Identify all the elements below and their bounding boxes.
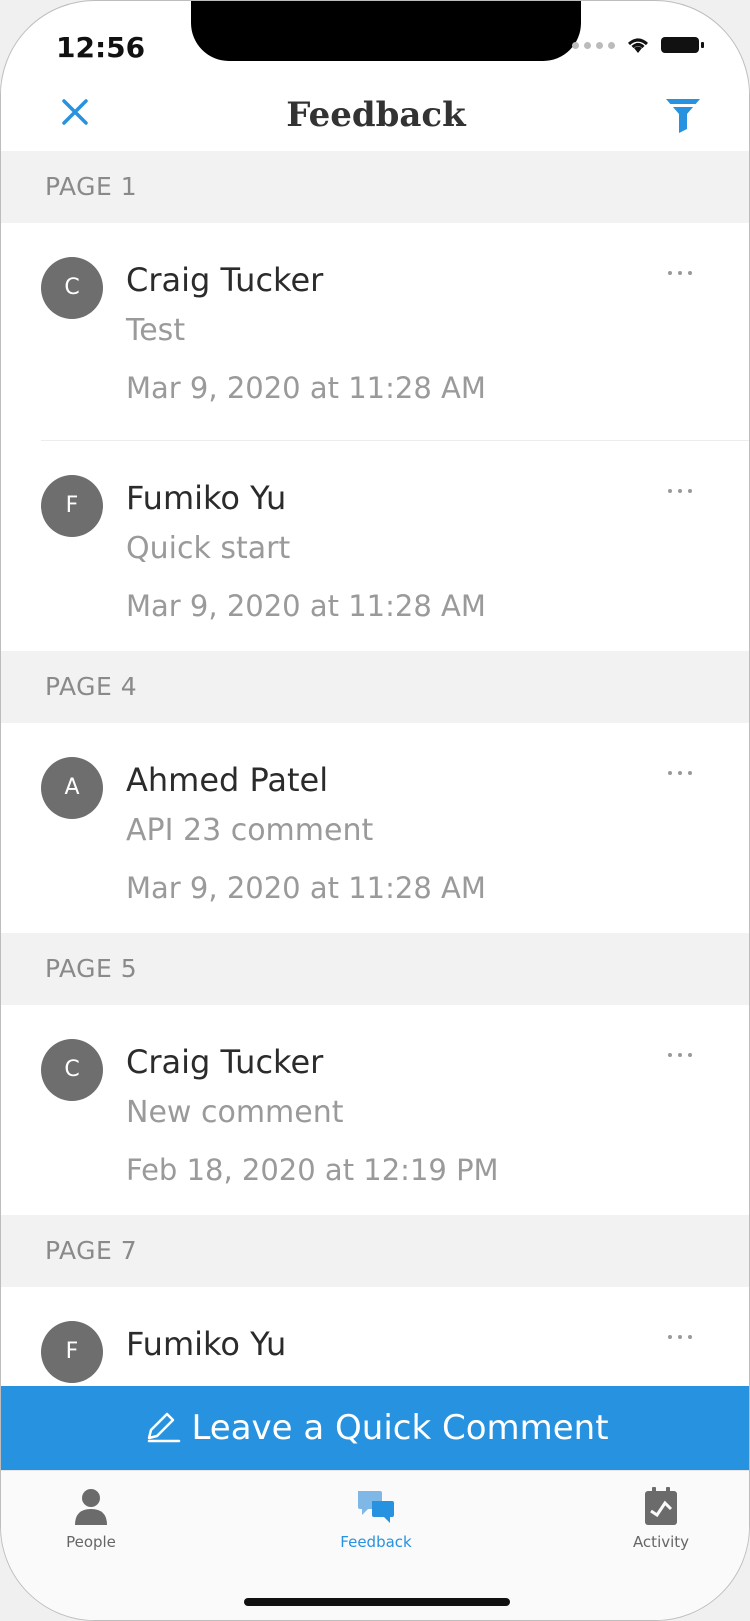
tab-activity[interactable]: Activity bbox=[591, 1485, 731, 1551]
avatar: F bbox=[41, 475, 103, 537]
tab-feedback[interactable]: Feedback bbox=[306, 1485, 446, 1551]
pencil-icon bbox=[148, 1412, 181, 1443]
comment-text: API 23 comment bbox=[126, 813, 374, 848]
signal-icon bbox=[572, 41, 615, 49]
activity-icon bbox=[645, 1487, 677, 1525]
nav-bar: Feedback bbox=[1, 81, 749, 151]
notch bbox=[191, 1, 581, 61]
author-name: Ahmed Patel bbox=[126, 761, 329, 799]
avatar: C bbox=[41, 257, 103, 319]
filter-icon[interactable] bbox=[663, 93, 703, 137]
author-name: Craig Tucker bbox=[126, 1043, 324, 1081]
section-header: PAGE 1 bbox=[1, 151, 749, 223]
page-title: Feedback bbox=[286, 95, 466, 135]
comment-text: New comment bbox=[126, 1095, 344, 1130]
status-time: 12:56 bbox=[56, 31, 146, 64]
tab-people[interactable]: People bbox=[21, 1485, 161, 1551]
more-options-icon[interactable] bbox=[664, 485, 696, 497]
status-icons bbox=[572, 35, 704, 55]
author-name: Fumiko Yu bbox=[126, 1325, 287, 1363]
leave-quick-comment-button[interactable]: Leave a Quick Comment bbox=[1, 1386, 749, 1470]
section-header: PAGE 5 bbox=[1, 933, 749, 1005]
section-header: PAGE 7 bbox=[1, 1215, 749, 1287]
person-icon bbox=[75, 1489, 107, 1525]
more-options-icon[interactable] bbox=[664, 1331, 696, 1343]
more-options-icon[interactable] bbox=[664, 1049, 696, 1061]
avatar: F bbox=[41, 1321, 103, 1383]
author-name: Craig Tucker bbox=[126, 261, 324, 299]
comment-text: Test bbox=[126, 313, 186, 348]
comment-date: Mar 9, 2020 at 11:28 AM bbox=[126, 871, 486, 905]
tab-label: Activity bbox=[632, 1533, 690, 1551]
feedback-list: PAGE 1 C Craig Tucker Test Mar 9, 2020 a… bbox=[1, 151, 749, 1497]
home-indicator bbox=[244, 1598, 510, 1606]
chat-bubbles-icon bbox=[358, 1491, 394, 1523]
tab-label: People bbox=[66, 1533, 116, 1551]
phone-screen: 12:56 Feedback PAGE 1 C Craig Tucker Tes… bbox=[0, 0, 750, 1621]
comment-date: Mar 9, 2020 at 11:28 AM bbox=[126, 371, 486, 405]
list-item[interactable]: F Fumiko Yu Quick start Mar 9, 2020 at 1… bbox=[1, 441, 749, 651]
comment-date: Mar 9, 2020 at 11:28 AM bbox=[126, 589, 486, 623]
wifi-icon bbox=[628, 38, 648, 53]
list-item[interactable]: C Craig Tucker New comment Feb 18, 2020 … bbox=[1, 1005, 749, 1215]
tab-label: Feedback bbox=[340, 1533, 412, 1551]
avatar: C bbox=[41, 1039, 103, 1101]
more-options-icon[interactable] bbox=[664, 267, 696, 279]
section-header: PAGE 4 bbox=[1, 651, 749, 723]
battery-icon bbox=[661, 37, 704, 53]
comment-date: Feb 18, 2020 at 12:19 PM bbox=[126, 1153, 499, 1187]
avatar: A bbox=[41, 757, 103, 819]
list-item[interactable]: C Craig Tucker Test Mar 9, 2020 at 11:28… bbox=[1, 223, 749, 441]
quick-comment-label: Leave a Quick Comment bbox=[191, 1408, 609, 1448]
author-name: Fumiko Yu bbox=[126, 479, 287, 517]
list-item[interactable]: A Ahmed Patel API 23 comment Mar 9, 2020… bbox=[1, 723, 749, 933]
comment-text: Quick start bbox=[126, 531, 291, 566]
more-options-icon[interactable] bbox=[664, 767, 696, 779]
